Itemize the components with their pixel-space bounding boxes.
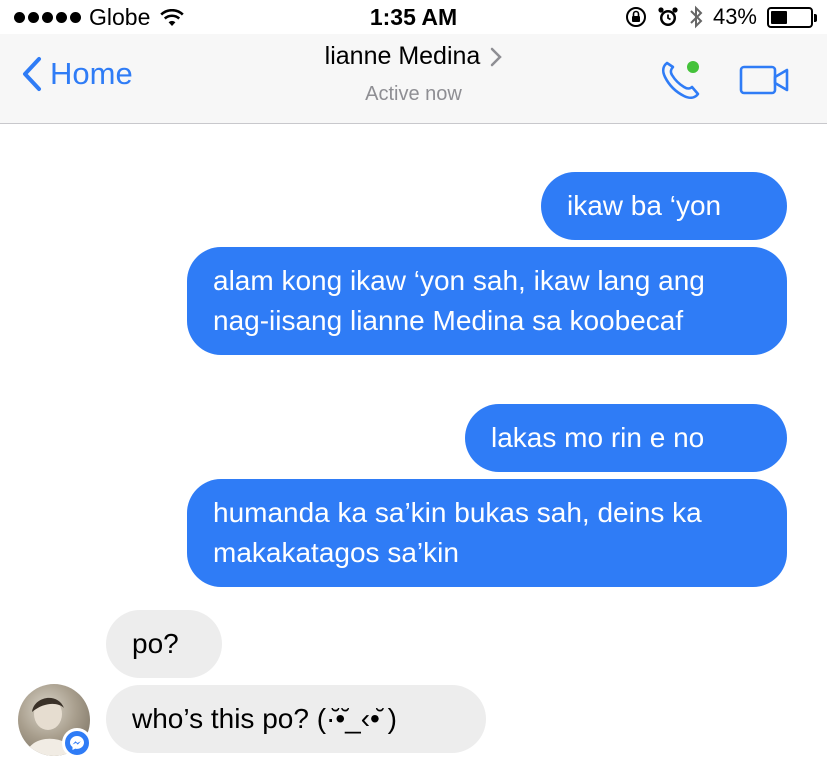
message-bubble-outgoing[interactable]: lakas mo rin e no [465,404,787,472]
message-text: alam kong ikaw ‘yon sah, ikaw lang ang n… [213,265,705,336]
message-bubble-outgoing[interactable]: humanda ka sa’kin bukas sah, deins ka ma… [187,479,787,587]
status-bar: Globe 1:35 AM 43% [0,0,827,34]
message-text: who’s this po? (·̆•̆_‹•̆ ) [132,703,397,734]
messenger-badge-icon [62,728,92,758]
contact-name: lianne Medina [324,42,481,70]
message-bubble-outgoing[interactable]: alam kong ikaw ‘yon sah, ikaw lang ang n… [187,247,787,355]
phone-icon[interactable] [659,58,705,102]
contact-avatar[interactable] [18,684,92,758]
message-text: lakas mo rin e no [491,422,705,453]
battery-percent: 43% [712,4,757,29]
conversation-header: Home lianne Medina Active now [0,34,827,124]
message-thread: ikaw ba ‘yon alam kong ikaw ‘yon sah, ik… [0,124,827,768]
message-text: ikaw ba ‘yon [567,190,722,221]
chevron-right-icon [491,47,503,66]
orientation-lock-icon [625,7,646,27]
message-bubble-outgoing[interactable]: ikaw ba ‘yon [541,172,787,240]
message-text: humanda ka sa’kin bukas sah, deins ka ma… [213,497,702,568]
bluetooth-icon [690,5,703,29]
alarm-icon [658,7,678,26]
battery-fill [771,10,788,24]
message-bubble-incoming[interactable]: who’s this po? (·̆•̆_‹•̆ ) [106,685,486,753]
message-text: po? [132,628,179,659]
video-camera-icon[interactable] [739,64,791,96]
status-right: 43% [625,4,817,30]
battery-icon [767,6,817,28]
message-bubble-incoming[interactable]: po? [106,610,222,678]
call-actions [659,58,791,102]
